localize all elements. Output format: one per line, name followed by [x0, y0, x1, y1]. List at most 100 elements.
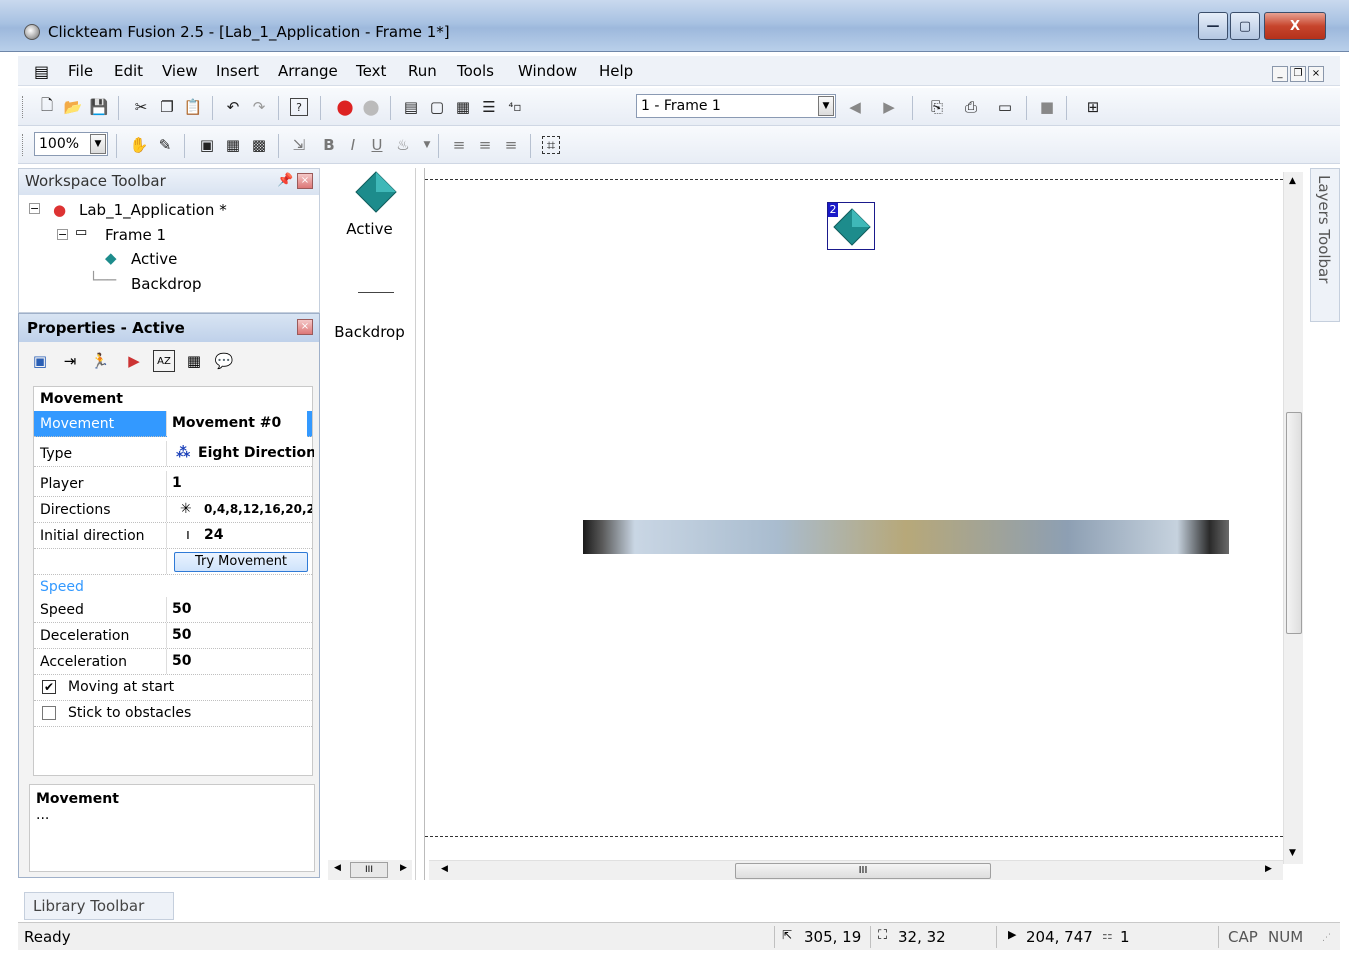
objlist-hscroll[interactable]: ◀ III ▶	[328, 860, 412, 880]
import-icon[interactable]: ⎘	[928, 98, 946, 116]
chevron-down-icon[interactable]: ▼	[818, 96, 834, 116]
menu-run[interactable]: Run	[408, 62, 437, 80]
menu-edit[interactable]: Edit	[114, 62, 143, 80]
align-center-icon[interactable]: ≡	[476, 136, 494, 154]
chevron-down-icon[interactable]: ▼	[90, 134, 106, 154]
text-tool-icon[interactable]: ⇲	[290, 136, 308, 154]
export-icon[interactable]: ⎙	[962, 98, 980, 116]
pin-icon[interactable]: 📌	[277, 173, 293, 188]
backdrop-object-label[interactable]: Backdrop	[324, 323, 415, 341]
resize-grip-icon[interactable]: ⋰	[1322, 933, 1331, 943]
zoom-select[interactable]: 100% ▼	[34, 132, 108, 156]
underline-icon[interactable]: U	[368, 136, 386, 154]
stop-run-icon[interactable]: ⬤	[336, 98, 354, 116]
grid-setup-icon[interactable]: ▣	[198, 136, 216, 154]
about-tab-icon[interactable]: 💬	[213, 350, 235, 372]
scroll-right-icon[interactable]: ▶	[400, 863, 407, 873]
close-button[interactable]: X	[1264, 12, 1326, 40]
moving-at-start-checkbox[interactable]: ✔	[42, 680, 56, 694]
movement-tab-icon[interactable]: 🏃	[89, 350, 111, 372]
frame-editor-icon[interactable]: ▢	[428, 98, 446, 116]
menu-file[interactable]: File	[68, 62, 93, 80]
scroll-thumb[interactable]: III	[350, 862, 388, 878]
edit-icon[interactable]: ✎	[156, 136, 174, 154]
cut-icon[interactable]: ✂	[132, 98, 150, 116]
save-icon[interactable]: 💾	[90, 98, 109, 116]
redo-icon[interactable]: ↷	[250, 98, 268, 116]
align-left-icon[interactable]: ≡	[450, 136, 468, 154]
snap-icon[interactable]: ▩	[250, 136, 268, 154]
menu-insert[interactable]: Insert	[216, 62, 259, 80]
values-tab-icon[interactable]: AZ	[153, 350, 175, 372]
active-object-label[interactable]: Active	[324, 220, 415, 238]
library-toolbar-tab[interactable]: Library Toolbar	[24, 892, 174, 920]
prop-row-player[interactable]: Player 1	[34, 471, 312, 497]
mdi-minimize-button[interactable]: _	[1272, 66, 1288, 82]
toolbar-grip[interactable]	[22, 96, 25, 118]
editor-hscroll[interactable]: ◀ III ▶	[429, 860, 1283, 880]
try-movement-button[interactable]: Try Movement	[174, 552, 308, 572]
maximize-button[interactable]: ▢	[1230, 12, 1260, 40]
menu-tools[interactable]: Tools	[457, 62, 494, 80]
prop-row-type[interactable]: Type ⁂ Eight Directions	[34, 441, 314, 467]
tree-backdrop[interactable]: Backdrop	[131, 275, 201, 293]
data-elements-icon[interactable]: ⁴▫	[506, 98, 524, 116]
copy-icon[interactable]: ❐	[158, 98, 176, 116]
open-folder-icon[interactable]: 📂	[64, 98, 83, 116]
stick-to-obstacles-checkbox[interactable]	[42, 706, 56, 720]
scroll-thumb[interactable]	[1286, 412, 1302, 634]
prev-frame-icon[interactable]: ◀	[846, 98, 864, 116]
tree-application[interactable]: Lab_1_Application *	[79, 201, 227, 219]
scroll-up-icon[interactable]: ▲	[1289, 176, 1296, 186]
document-menu-icon[interactable]: ▤	[34, 62, 49, 81]
active-object-thumbnail[interactable]	[354, 170, 398, 214]
build-icon[interactable]: ⊞	[1084, 98, 1102, 116]
frame-editor[interactable]: 2 ▲ ▼ ◀ III ▶	[424, 168, 1308, 880]
prop-row-movement[interactable]: Movement Movement #0	[34, 411, 312, 437]
menu-text[interactable]: Text	[356, 62, 386, 80]
chevron-down-icon[interactable]: ▼	[418, 136, 436, 154]
event-list-icon[interactable]: ☰	[480, 98, 498, 116]
next-frame-icon[interactable]: ▶	[880, 98, 898, 116]
grid-icon[interactable]: ▦	[224, 136, 242, 154]
runtime-tab-icon[interactable]: ▶	[123, 350, 145, 372]
prop-row-speed[interactable]: Speed 50	[34, 597, 312, 623]
prop-row-acceleration[interactable]: Acceleration 50	[34, 649, 312, 675]
align-right-icon[interactable]: ≡	[502, 136, 520, 154]
run-icon[interactable]: ⬤	[362, 98, 380, 116]
prop-row-deceleration[interactable]: Deceleration 50	[34, 623, 312, 649]
menu-view[interactable]: View	[162, 62, 198, 80]
mdi-restore-button[interactable]: ❐	[1290, 66, 1306, 82]
scroll-left-icon[interactable]: ◀	[334, 863, 341, 873]
new-file-icon[interactable]: 🗋	[38, 96, 56, 116]
editor-vscroll[interactable]: ▲ ▼	[1283, 172, 1303, 864]
resize-frame-icon[interactable]: ⌗	[542, 136, 560, 154]
help-icon[interactable]: ?	[290, 98, 308, 116]
collapse-icon[interactable]: −	[57, 229, 68, 240]
size-tab-icon[interactable]: ⇥	[59, 350, 81, 372]
backdrop-instance[interactable]	[583, 520, 1229, 554]
events-tab-icon[interactable]: ▦	[183, 350, 205, 372]
scroll-thumb[interactable]: III	[735, 863, 991, 879]
italic-icon[interactable]: I	[344, 136, 362, 154]
menu-arrange[interactable]: Arrange	[278, 62, 338, 80]
menu-help[interactable]: Help	[599, 62, 633, 80]
layers-toolbar-tab[interactable]: Layers Toolbar	[1310, 168, 1340, 322]
collapse-icon[interactable]: −	[29, 203, 40, 214]
toolbar-grip[interactable]	[22, 134, 25, 156]
scroll-right-icon[interactable]: ▶	[1265, 864, 1272, 874]
prop-row-initial-direction[interactable]: Initial direction ı 24	[34, 523, 312, 549]
tree-active[interactable]: Active	[131, 250, 177, 268]
fill-color-icon[interactable]: ♨	[394, 136, 412, 154]
hand-icon[interactable]: ✋	[130, 136, 149, 154]
scroll-left-icon[interactable]: ◀	[441, 864, 448, 874]
display-tab-icon[interactable]: ▣	[29, 350, 51, 372]
storyboard-icon[interactable]: ▤	[402, 98, 420, 116]
mdi-close-button[interactable]: ×	[1308, 66, 1324, 82]
close-icon[interactable]: ×	[297, 173, 313, 189]
event-editor-icon[interactable]: ▦	[454, 98, 472, 116]
minimize-button[interactable]: —	[1198, 12, 1228, 40]
paste-icon[interactable]: 📋	[184, 98, 203, 116]
undo-icon[interactable]: ↶	[224, 98, 242, 116]
active-object-instance[interactable]: 2	[827, 202, 875, 250]
